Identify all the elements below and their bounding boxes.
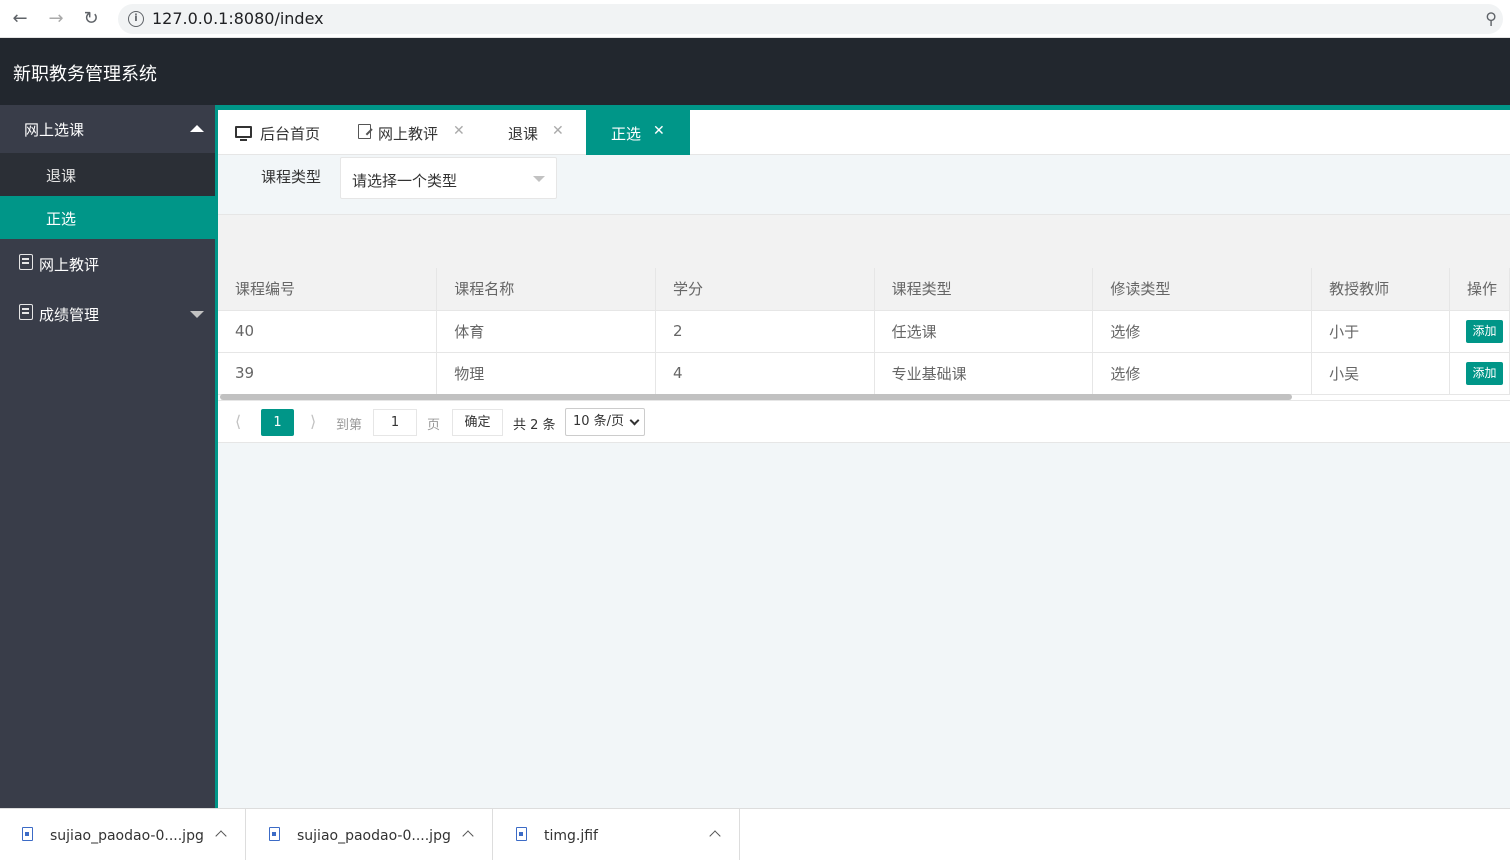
table-cell: 选修 (1092, 310, 1313, 353)
table-cell: 物理 (436, 352, 656, 395)
back-icon[interactable]: ← (9, 8, 31, 30)
download-filename: sujiao_paodao-0....jpg (50, 828, 204, 844)
caret-up-icon (190, 125, 204, 132)
close-icon[interactable]: ✕ (453, 123, 465, 139)
downloads-bar: sujiao_paodao-0....jpg sujiao_paodao-0..… (0, 808, 1510, 860)
image-file-icon (22, 827, 33, 841)
sidebar-submenu: 退课 正选 (0, 153, 215, 239)
sidebar-item-grades[interactable]: 成绩管理 (0, 289, 215, 339)
sidebar-item-evaluation[interactable]: 网上教评 (0, 239, 215, 289)
sidebar-item-label: 退课 (46, 167, 77, 185)
table-cell: 小于 (1311, 310, 1450, 353)
close-icon[interactable]: ✕ (653, 123, 665, 139)
total-count: 共 2 条 (513, 418, 556, 433)
edit-icon (358, 124, 371, 139)
app-header: 新职教务管理系统 (0, 38, 1510, 105)
edit-icon (19, 254, 33, 270)
address-bar[interactable]: i 127.0.0.1:8080/index ⚲ (118, 4, 1503, 34)
tab-label: 后台首页 (260, 125, 321, 143)
table-row: 39 物理 4 专业基础课 选修 小吴 添加 (218, 352, 1510, 395)
sidebar-item-select-course[interactable]: 正选 (0, 196, 215, 239)
table-cell-action: 添加 (1449, 310, 1510, 353)
table-cell: 4 (655, 352, 875, 395)
table-header-cell[interactable]: 课程类型 (874, 268, 1094, 311)
page-number-input[interactable]: 1 (373, 409, 417, 436)
forward-icon[interactable]: → (45, 8, 67, 30)
course-type-label: 课程类型 (261, 168, 322, 186)
main-content: 后台首页 网上教评 ✕ 退课 ✕ 正选 ✕ 课程类型 请选择一个类型 课程编号 … (215, 110, 1510, 808)
download-item[interactable]: sujiao_paodao-0....jpg (0, 809, 246, 860)
sidebar-item-label: 正选 (46, 210, 77, 228)
download-filename: timg.jfif (544, 828, 598, 844)
table-cell: 体育 (436, 310, 656, 353)
table-cell: 40 (218, 310, 438, 353)
page-unit-label: 页 (427, 418, 441, 433)
url-text: 127.0.0.1:8080/index (152, 9, 324, 28)
course-type-select-value: 请选择一个类型 (352, 172, 458, 190)
page-size-select[interactable]: 10 条/页 (565, 408, 645, 436)
add-course-button[interactable]: 添加 (1465, 319, 1503, 343)
sidebar-item-drop-course[interactable]: 退课 (0, 153, 215, 196)
monitor-icon (235, 126, 252, 141)
course-table: 课程编号 课程名称 学分 课程类型 修读类型 教授教师 操作 40 体育 2 任… (218, 268, 1510, 400)
reload-icon[interactable]: ↻ (80, 8, 102, 30)
chevron-up-icon[interactable] (462, 830, 474, 842)
course-type-select[interactable]: 请选择一个类型 (340, 157, 557, 199)
download-item[interactable]: timg.jfif (494, 809, 740, 860)
table-cell: 小吴 (1311, 352, 1450, 395)
app-title: 新职教务管理系统 (13, 64, 157, 85)
filter-bar: 课程类型 请选择一个类型 (218, 156, 1510, 214)
key-icon[interactable]: ⚲ (1485, 9, 1497, 28)
table-cell: 选修 (1092, 352, 1313, 395)
pagination: ⟨ 1 ⟩ 到第 1 页 确定 共 2 条 10 条/页 (218, 400, 1510, 443)
confirm-page-button[interactable]: 确定 (452, 409, 503, 436)
image-file-icon (269, 827, 280, 841)
tab-bar: 后台首页 网上教评 ✕ 退课 ✕ 正选 ✕ (218, 110, 1510, 155)
table-toolbar (218, 214, 1510, 268)
table-cell: 专业基础课 (874, 352, 1094, 395)
table-header-cell[interactable]: 学分 (655, 268, 875, 311)
table-header-cell[interactable]: 教授教师 (1311, 268, 1450, 311)
table-header-cell[interactable]: 课程编号 (218, 268, 438, 311)
add-course-button[interactable]: 添加 (1465, 361, 1503, 385)
chevron-down-icon (533, 176, 545, 182)
download-filename: sujiao_paodao-0....jpg (297, 828, 451, 844)
table-cell: 任选课 (874, 310, 1094, 353)
close-icon[interactable]: ✕ (552, 123, 564, 139)
goto-label: 到第 (336, 418, 363, 433)
table-header-cell[interactable]: 课程名称 (436, 268, 656, 311)
table-cell: 2 (655, 310, 875, 353)
table-header-cell[interactable]: 修读类型 (1092, 268, 1313, 311)
sidebar-item-label: 网上教评 (39, 256, 100, 274)
next-page-icon[interactable]: ⟩ (310, 412, 316, 431)
table-cell-action: 添加 (1449, 352, 1510, 395)
table-cell: 39 (218, 352, 438, 395)
tab-evaluation[interactable]: 网上教评 ✕ (342, 110, 480, 155)
info-icon[interactable]: i (128, 11, 144, 27)
image-file-icon (516, 827, 527, 841)
tab-label: 退课 (508, 125, 539, 143)
page-size-value: 10 条/页 (573, 414, 625, 429)
sidebar-group-label: 网上选课 (24, 121, 85, 139)
document-icon (19, 304, 33, 320)
tab-label: 正选 (611, 125, 642, 143)
table-row: 40 体育 2 任选课 选修 小于 添加 (218, 310, 1510, 353)
chevron-up-icon[interactable] (709, 830, 721, 842)
browser-toolbar: ← → ↻ i 127.0.0.1:8080/index ⚲ (0, 0, 1510, 38)
sidebar-group-online-course[interactable]: 网上选课 (0, 105, 215, 153)
chevron-up-icon[interactable] (215, 830, 227, 842)
caret-down-icon (190, 311, 204, 318)
page-button-current[interactable]: 1 (261, 409, 294, 436)
chevron-down-icon (629, 415, 640, 426)
prev-page-icon[interactable]: ⟨ (235, 412, 241, 431)
tab-label: 网上教评 (378, 125, 439, 143)
table-header-row: 课程编号 课程名称 学分 课程类型 修读类型 教授教师 操作 (218, 268, 1510, 311)
download-item[interactable]: sujiao_paodao-0....jpg (247, 809, 493, 860)
sidebar: 网上选课 退课 正选 网上教评 成绩管理 (0, 105, 215, 808)
table-header-cell[interactable]: 操作 (1449, 268, 1510, 311)
tab-drop-course[interactable]: 退课 ✕ (480, 110, 586, 155)
tab-home[interactable]: 后台首页 (218, 110, 342, 155)
tab-select-course[interactable]: 正选 ✕ (586, 110, 690, 155)
sidebar-item-label: 成绩管理 (39, 306, 100, 324)
